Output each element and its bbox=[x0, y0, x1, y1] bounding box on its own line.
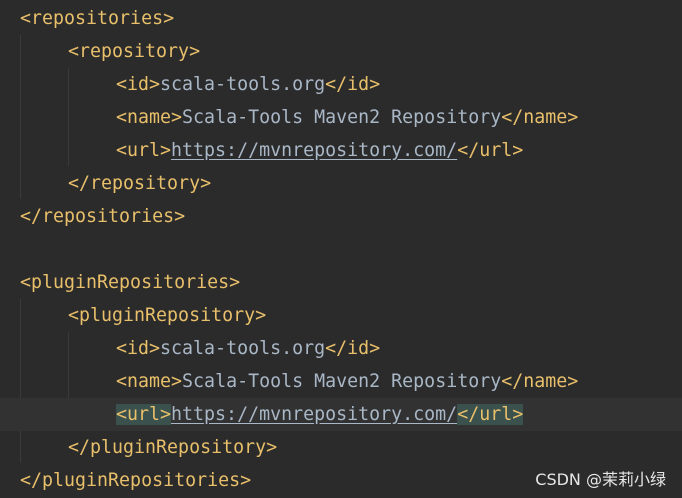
code-line[interactable]: <name>Scala-Tools Maven2 Repository</nam… bbox=[0, 365, 682, 398]
code-editor[interactable]: <repositories> <repository> <id>scala-to… bbox=[0, 0, 682, 498]
xml-value: Scala-Tools Maven2 Repository bbox=[182, 107, 502, 128]
code-line[interactable]: </repository> bbox=[0, 167, 682, 200]
xml-tag: </id> bbox=[325, 338, 381, 359]
xml-value: scala-tools.org bbox=[160, 74, 326, 95]
xml-tag: </id> bbox=[325, 74, 381, 95]
xml-tag: <id> bbox=[116, 338, 161, 359]
xml-value: scala-tools.org bbox=[160, 338, 326, 359]
xml-tag: <pluginRepositories> bbox=[20, 272, 241, 293]
matched-xml-tag: </url> bbox=[457, 404, 524, 425]
xml-value: Scala-Tools Maven2 Repository bbox=[182, 371, 502, 392]
xml-tag: </repositories> bbox=[20, 206, 186, 227]
xml-tag: <name> bbox=[116, 107, 183, 128]
xml-tag: <repository> bbox=[68, 41, 201, 62]
xml-tag: </pluginRepositories> bbox=[20, 470, 252, 491]
current-code-line[interactable]: <url>https://mvnrepository.com/</url> bbox=[0, 398, 682, 431]
code-line[interactable]: <repository> bbox=[0, 35, 682, 68]
code-line[interactable]: <url>https://mvnrepository.com/</url> bbox=[0, 134, 682, 167]
xml-tag: <id> bbox=[116, 74, 161, 95]
url-link[interactable]: https://mvnrepository.com/ bbox=[171, 140, 457, 161]
xml-tag: </repository> bbox=[68, 173, 212, 194]
xml-tag: <name> bbox=[116, 371, 183, 392]
code-line[interactable]: <pluginRepository> bbox=[0, 299, 682, 332]
code-line[interactable] bbox=[0, 233, 682, 266]
url-link[interactable]: https://mvnrepository.com/ bbox=[171, 404, 457, 425]
xml-tag: </name> bbox=[501, 107, 579, 128]
matched-xml-tag: <url> bbox=[116, 404, 172, 425]
xml-tag: <pluginRepository> bbox=[68, 305, 267, 326]
xml-tag: <repositories> bbox=[20, 8, 175, 29]
xml-tag: </name> bbox=[501, 371, 579, 392]
code-line[interactable]: <name>Scala-Tools Maven2 Repository</nam… bbox=[0, 101, 682, 134]
code-line[interactable]: <repositories> bbox=[0, 2, 682, 35]
code-line[interactable]: </pluginRepository> bbox=[0, 431, 682, 464]
code-line[interactable]: <id>scala-tools.org</id> bbox=[0, 332, 682, 365]
watermark: CSDN @茉莉小绿 bbox=[535, 470, 666, 489]
code-line[interactable]: <pluginRepositories> bbox=[0, 266, 682, 299]
xml-tag: <url> bbox=[116, 140, 172, 161]
xml-tag: </url> bbox=[457, 140, 524, 161]
xml-tag: </pluginRepository> bbox=[68, 437, 278, 458]
code-line[interactable]: <id>scala-tools.org</id> bbox=[0, 68, 682, 101]
code-line[interactable]: </repositories> bbox=[0, 200, 682, 233]
